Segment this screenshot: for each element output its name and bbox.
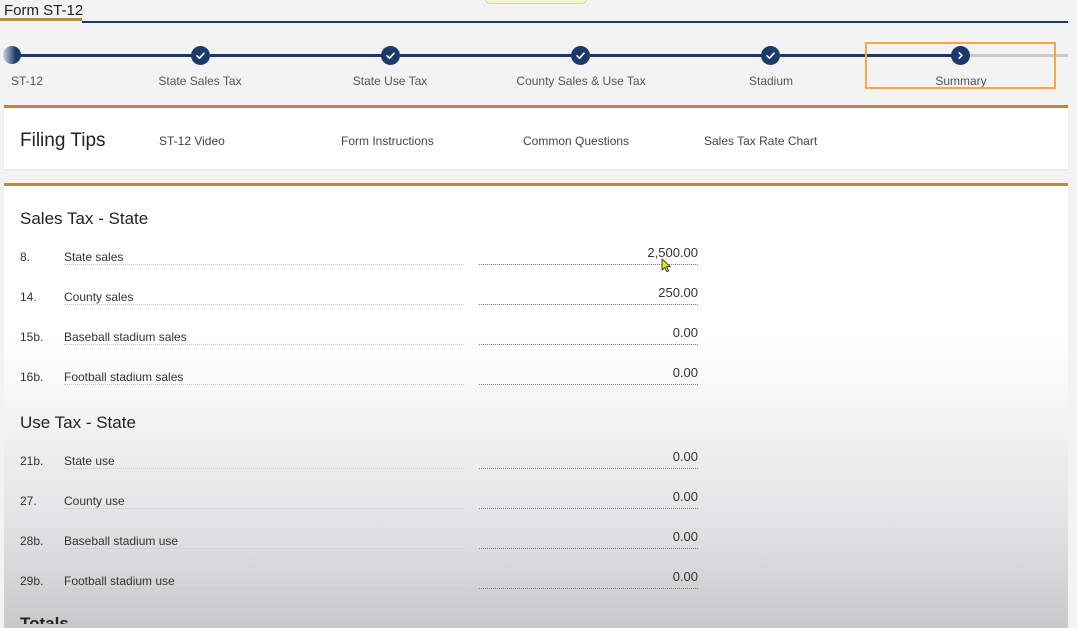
summary-row-football-stadium-use: 29b. Football stadium use 0.00: [4, 569, 764, 614]
step-label-county-sales-use-tax[interactable]: County Sales & Use Tax: [516, 74, 645, 88]
line-label: Football stadium sales: [64, 370, 184, 384]
sales-tax-rate-chart-link[interactable]: Sales Tax Rate Chart: [704, 134, 817, 148]
line-number: 28b.: [20, 534, 44, 548]
amount-field[interactable]: 0.00: [479, 446, 698, 469]
line-number: 8.: [20, 250, 31, 264]
leader-dots: [64, 384, 464, 385]
top-notification-pill: [485, 0, 587, 4]
step-node-state-sales-tax[interactable]: [191, 46, 210, 65]
check-icon: [766, 52, 775, 59]
leader-dots: [64, 588, 464, 589]
filing-tips-title: Filing Tips: [20, 130, 106, 151]
form-title: Form ST-12: [4, 2, 84, 19]
line-number: 14.: [20, 290, 37, 304]
line-label: County sales: [64, 290, 134, 304]
line-label: State use: [64, 454, 115, 468]
amount-field[interactable]: 0.00: [479, 322, 698, 345]
stepper-track: [210, 54, 382, 57]
form-instructions-link[interactable]: Form Instructions: [341, 134, 434, 148]
form-title-underline: [0, 18, 82, 21]
line-label: State sales: [64, 250, 124, 264]
section-title-totals: Totals: [20, 614, 69, 624]
step-label-st12[interactable]: ST-12: [11, 74, 43, 88]
amount-field[interactable]: 0.00: [479, 566, 698, 589]
amount-field[interactable]: 0.00: [479, 362, 698, 385]
line-number: 27.: [20, 494, 37, 508]
line-number: 29b.: [20, 574, 44, 588]
leader-dots: [64, 304, 464, 305]
line-label: County use: [64, 494, 125, 508]
check-icon: [196, 52, 205, 59]
check-icon: [386, 52, 395, 59]
filing-tips-card: Filing Tips ST-12 Video Form Instruction…: [4, 105, 1068, 169]
leader-dots: [64, 344, 464, 345]
step-label-state-sales-tax[interactable]: State Sales Tax: [158, 74, 241, 88]
line-label: Baseball stadium sales: [64, 330, 187, 344]
step-label-state-use-tax[interactable]: State Use Tax: [353, 74, 427, 88]
step-node-st12[interactable]: [3, 46, 21, 64]
form-title-rule: [82, 21, 1068, 23]
section-title-sales-tax-state: Sales Tax - State: [20, 209, 149, 228]
line-label: Football stadium use: [64, 574, 175, 588]
st12-video-link[interactable]: ST-12 Video: [159, 134, 225, 148]
step-node-state-use-tax[interactable]: [381, 46, 400, 65]
common-questions-link[interactable]: Common Questions: [523, 134, 629, 148]
amount-field[interactable]: 0.00: [479, 526, 698, 549]
leader-dots: [64, 548, 464, 549]
line-number: 21b.: [20, 454, 44, 468]
leader-dots: [64, 264, 464, 265]
mouse-cursor-icon: [661, 258, 671, 273]
check-icon: [576, 52, 585, 59]
stepper-track: [590, 54, 762, 57]
line-number: 16b.: [20, 370, 44, 384]
leader-dots: [64, 468, 464, 469]
stepper-track: [400, 54, 572, 57]
progress-stepper: ST-12 State Sales Tax State Use Tax Coun…: [0, 40, 1077, 100]
amount-field[interactable]: 250.00: [479, 282, 698, 305]
line-number: 15b.: [20, 330, 44, 344]
line-label: Baseball stadium use: [64, 534, 179, 548]
step-label-stadium[interactable]: Stadium: [749, 74, 793, 88]
section-title-use-tax-state: Use Tax - State: [20, 413, 136, 432]
summary-card: Sales Tax - State 8. State sales 2,500.0…: [4, 183, 1068, 628]
summary-row-football-stadium-sales: 16b. Football stadium sales 0.00: [4, 365, 764, 410]
step-node-county-sales-use-tax[interactable]: [571, 46, 590, 65]
step-node-stadium[interactable]: [761, 46, 780, 65]
summary-step-highlight: [865, 42, 1056, 89]
amount-field[interactable]: 0.00: [479, 486, 698, 509]
leader-dots: [64, 508, 464, 509]
stepper-track: [12, 54, 192, 57]
